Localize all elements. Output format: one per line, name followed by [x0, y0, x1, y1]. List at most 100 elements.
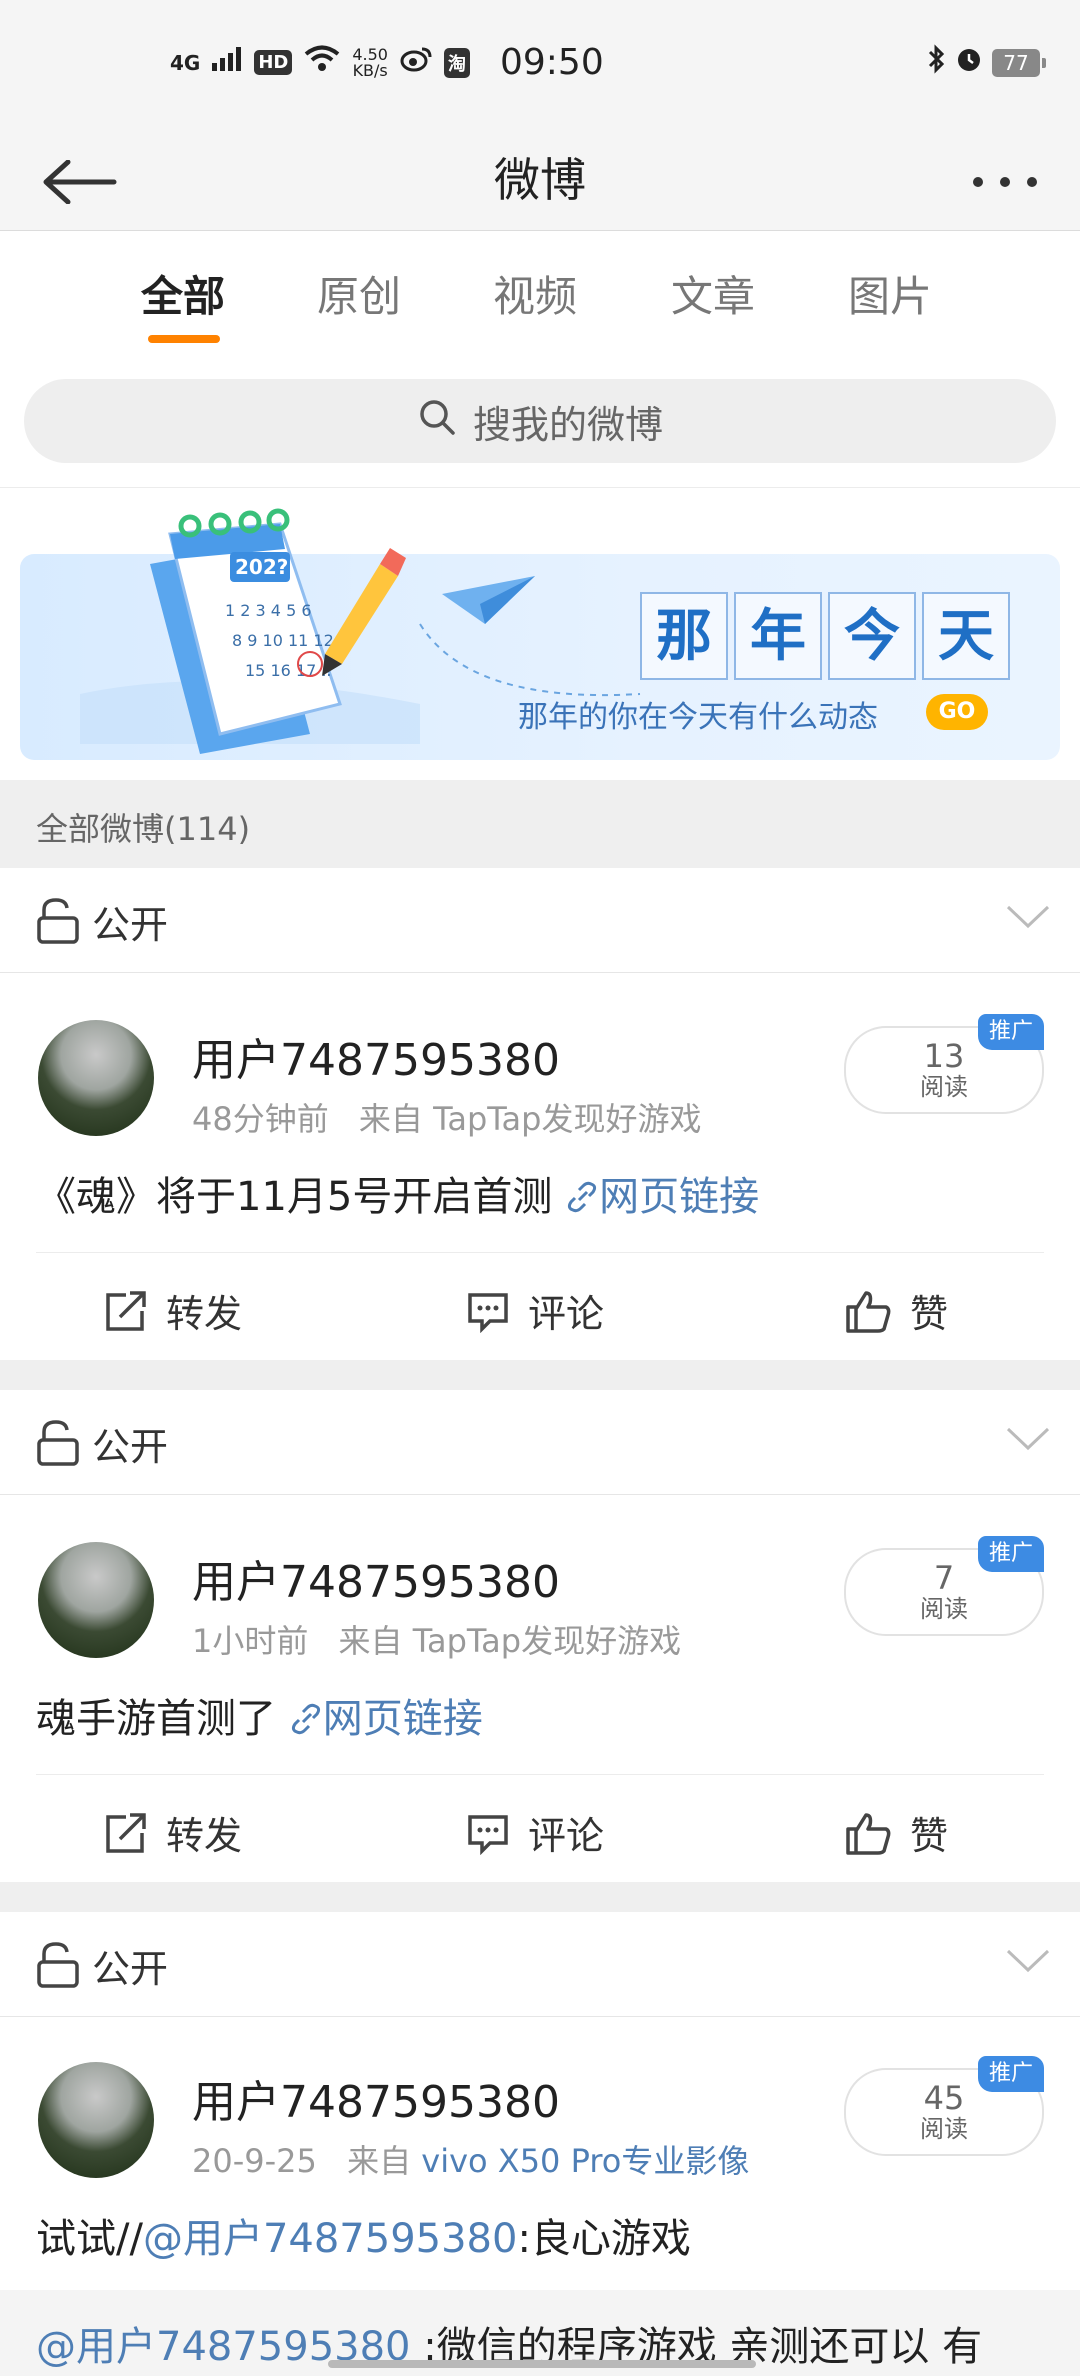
- promote-badge[interactable]: 推广: [978, 2056, 1044, 2092]
- clock: 09:50: [499, 42, 604, 83]
- post-source-prefix: 来自: [338, 1622, 403, 1660]
- search-input[interactable]: 搜我的微博: [24, 379, 1056, 463]
- banner-title-char: 那: [640, 592, 728, 680]
- search-placeholder: 搜我的微博: [472, 402, 663, 447]
- web-link[interactable]: 网页链接: [565, 1174, 759, 1220]
- tab-video[interactable]: 视频: [493, 263, 577, 324]
- link-icon: [291, 1703, 320, 1735]
- avatar[interactable]: [38, 1542, 154, 1658]
- home-indicator[interactable]: [328, 2360, 756, 2368]
- avatar[interactable]: [38, 2062, 154, 2178]
- memories-banner-section: 202? 1 2 3 4 5 6 8 9 10 11 12 15 16 17 .…: [0, 488, 1080, 780]
- post-source: TapTap发现好游戏: [412, 1622, 682, 1660]
- section-header: 全部微博(114): [0, 780, 1080, 868]
- banner-title-char: 年: [734, 592, 822, 680]
- repost-icon: [106, 1290, 146, 1331]
- network-speed: 4.50 KB/s: [352, 44, 388, 80]
- divider: [0, 1882, 1080, 1912]
- calendar-year: 202?: [235, 555, 288, 579]
- username[interactable]: 用户7487595380: [192, 1546, 560, 1610]
- battery-icon: 77: [992, 48, 1046, 77]
- svg-text:8 9 10 11 12: 8 9 10 11 12: [232, 631, 334, 650]
- status-bar: 4G HD 4.50 KB/s 淘 09:50 77: [0, 0, 1080, 130]
- visibility-label: 公开: [92, 903, 169, 947]
- banner-title: 那 年 今 天: [640, 592, 1010, 680]
- post-card: 用户7487595380 1小时前 来自 TapTap发现好游戏 7 阅读 推广…: [0, 1496, 1080, 1882]
- post-time: 48分钟前: [192, 1100, 329, 1138]
- divider: [0, 1360, 1080, 1390]
- post-source-link[interactable]: vivo X50 Pro专业影像: [421, 2142, 749, 2180]
- web-link[interactable]: 网页链接: [289, 1696, 483, 1742]
- avatar[interactable]: [38, 1020, 154, 1136]
- post-source: TapTap发现好游戏: [433, 1100, 702, 1138]
- like-button[interactable]: 赞: [844, 1283, 948, 1338]
- banner-title-char: 今: [828, 592, 916, 680]
- post-card: 用户7487595380 20-9-25 来自 vivo X50 Pro专业影像…: [0, 2018, 1080, 2376]
- promote-badge[interactable]: 推广: [978, 1536, 1044, 1572]
- post-meta: 1小时前 来自 TapTap发现好游戏: [192, 1616, 681, 1662]
- post-meta: 48分钟前 来自 TapTap发现好游戏: [192, 1094, 701, 1140]
- search-section: 搜我的微博: [0, 355, 1080, 488]
- unlock-icon: [37, 1942, 79, 1988]
- network-indicator: 4G: [170, 50, 201, 75]
- unlock-icon: [37, 898, 79, 944]
- tab-all[interactable]: 全部: [141, 263, 225, 324]
- repost-button[interactable]: 转发: [104, 1283, 242, 1338]
- visibility-row[interactable]: 公开: [0, 1390, 1080, 1495]
- post-time: 20-9-25: [192, 2142, 317, 2180]
- search-icon: [417, 397, 457, 446]
- chevron-down-icon[interactable]: [1006, 904, 1050, 930]
- title-bar: 微博: [0, 130, 1080, 231]
- comment-icon: [468, 1814, 508, 1855]
- read-label: 阅读: [920, 1073, 968, 1101]
- taobao-icon: 淘: [443, 47, 470, 78]
- svg-text:15 16 17 ..: 15 16 17 ..: [245, 661, 332, 680]
- banner-subtitle: 那年的你在今天有什么动态: [518, 700, 878, 735]
- alarm-icon: [954, 44, 984, 81]
- thumbs-up-icon: [846, 1290, 891, 1333]
- calendar-illustration: 202? 1 2 3 4 5 6 8 9 10 11 12 15 16 17 .…: [80, 508, 420, 754]
- post-meta: 20-9-25 来自 vivo X50 Pro专业影像: [192, 2136, 749, 2182]
- more-icon[interactable]: [970, 162, 1040, 202]
- svg-text:1 2 3 4 5 6: 1 2 3 4 5 6: [225, 601, 312, 620]
- thumbs-up-icon: [846, 1812, 891, 1855]
- signal-icon: [212, 47, 242, 78]
- like-button[interactable]: 赞: [844, 1805, 948, 1860]
- tab-image[interactable]: 图片: [848, 263, 932, 324]
- username[interactable]: 用户7487595380: [192, 1024, 560, 1088]
- post-time: 1小时前: [192, 1622, 309, 1660]
- visibility-label: 公开: [92, 1425, 169, 1469]
- mention-link[interactable]: @用户7487595380: [143, 2216, 518, 2262]
- post-text: 魂手游首测了 网页链接: [36, 1696, 483, 1742]
- comment-button[interactable]: 评论: [466, 1805, 604, 1860]
- go-button[interactable]: GO: [926, 694, 988, 730]
- comment-button[interactable]: 评论: [466, 1283, 604, 1338]
- bluetooth-icon: [926, 44, 946, 81]
- chevron-down-icon[interactable]: [1006, 1426, 1050, 1452]
- banner-title-char: 天: [922, 592, 1010, 680]
- repost-button[interactable]: 转发: [104, 1805, 242, 1860]
- filter-tabs: 全部 原创 视频 文章 图片: [0, 231, 1080, 356]
- promote-badge[interactable]: 推广: [978, 1014, 1044, 1050]
- visibility-label: 公开: [92, 1947, 169, 1991]
- post-text: 《魂》将于11月5号开启首测 网页链接: [36, 1174, 760, 1220]
- username[interactable]: 用户7487595380: [192, 2066, 560, 2130]
- section-label: 全部微博(114): [36, 810, 251, 848]
- page-title: 微博: [494, 153, 586, 207]
- link-icon: [567, 1181, 597, 1213]
- active-tab-indicator: [148, 335, 220, 343]
- post-text: 试试//@用户7487595380:良心游戏: [36, 2216, 691, 2262]
- tab-original[interactable]: 原创: [317, 263, 401, 324]
- post-source-prefix: 来自: [358, 1100, 423, 1138]
- read-label: 阅读: [920, 1595, 968, 1623]
- read-label: 阅读: [920, 2115, 968, 2143]
- visibility-row[interactable]: 公开: [0, 1912, 1080, 2017]
- wifi-icon: [304, 45, 340, 80]
- visibility-row[interactable]: 公开: [0, 868, 1080, 973]
- post-source-prefix: 来自: [347, 2142, 412, 2180]
- back-arrow-icon[interactable]: [40, 159, 120, 205]
- tab-article[interactable]: 文章: [671, 263, 755, 324]
- action-bar: 转发 评论 赞: [36, 1774, 1044, 1881]
- action-bar: 转发 评论 赞: [36, 1252, 1044, 1359]
- chevron-down-icon[interactable]: [1006, 1948, 1050, 1974]
